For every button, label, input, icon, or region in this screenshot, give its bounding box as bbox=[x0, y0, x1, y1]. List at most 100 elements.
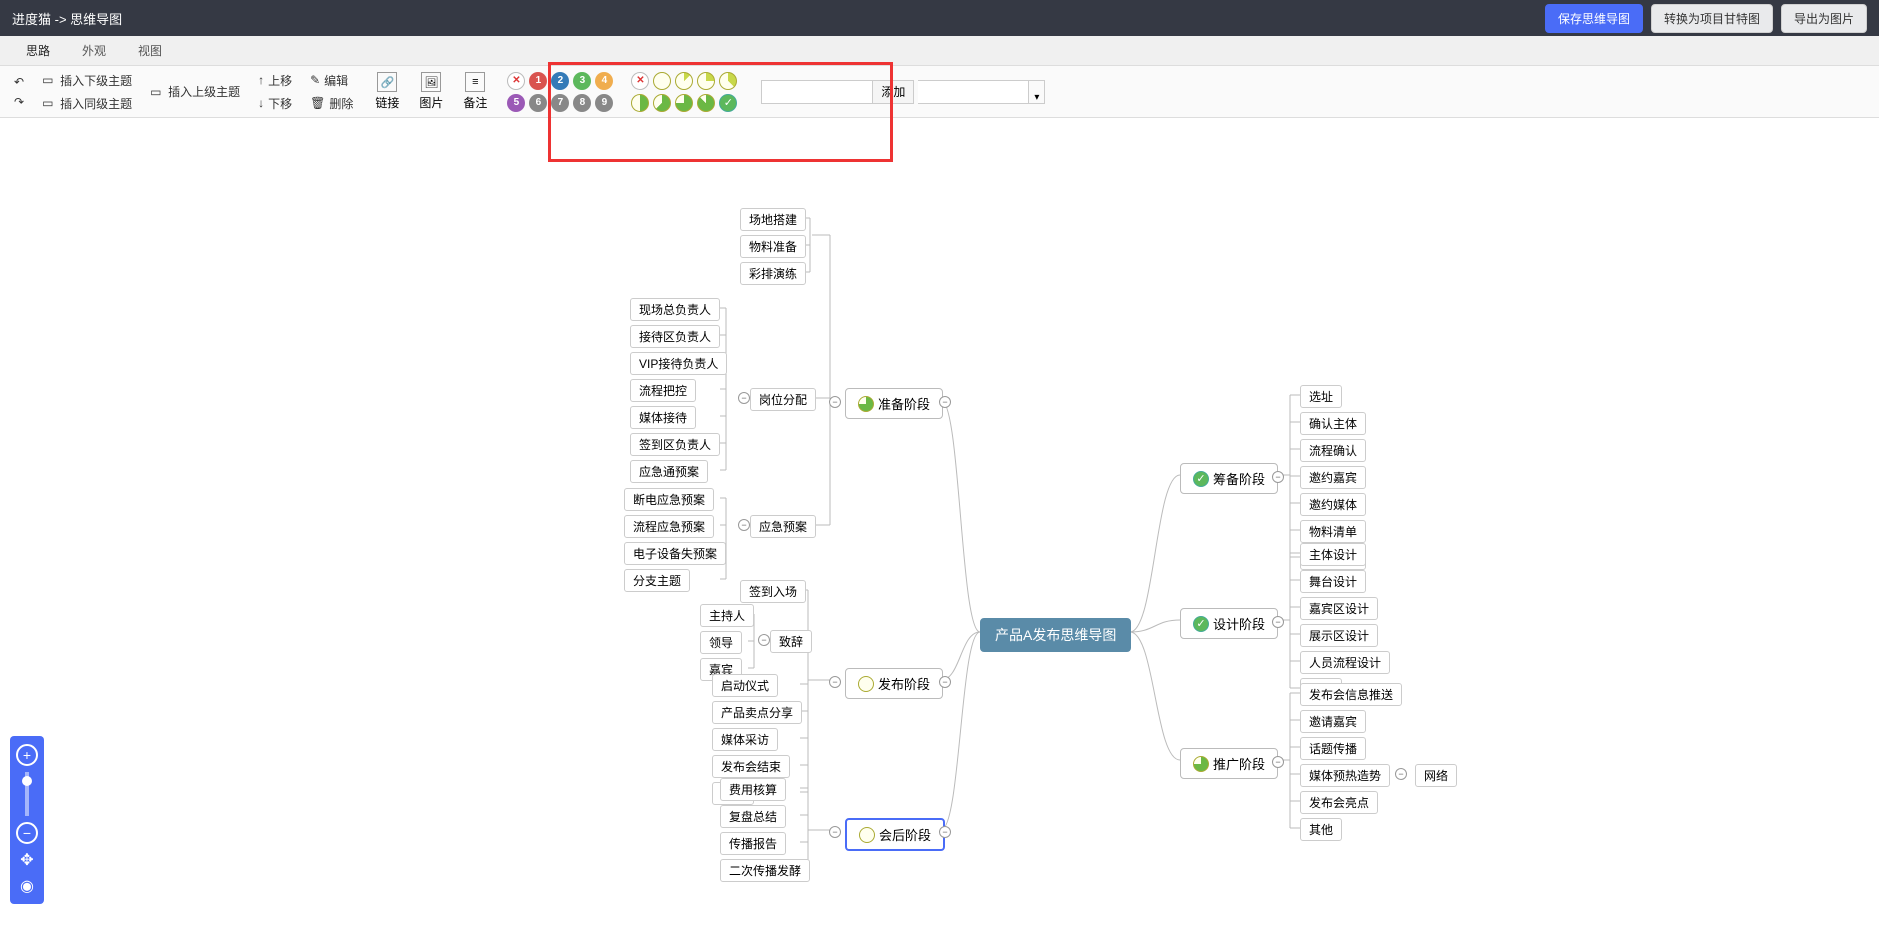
mindmap-leaf[interactable]: 邀请嘉宾 bbox=[1300, 710, 1366, 733]
zoom-out-button[interactable]: − bbox=[16, 822, 38, 844]
mindmap-leaf[interactable]: 邀约嘉宾 bbox=[1300, 466, 1366, 489]
tab-thought[interactable]: 思路 bbox=[10, 36, 66, 65]
mindmap-leaf[interactable]: 现场总负责人 bbox=[630, 298, 720, 321]
mindmap-node[interactable]: ✓设计阶段 bbox=[1180, 608, 1278, 639]
toggle-button[interactable]: − bbox=[1272, 471, 1284, 483]
mindmap-leaf[interactable]: 邀约媒体 bbox=[1300, 493, 1366, 516]
convert-gantt-button[interactable]: 转换为项目甘特图 bbox=[1651, 4, 1773, 33]
redo-button[interactable]: ↷ bbox=[10, 93, 28, 111]
link-button[interactable]: 🔗 链接 bbox=[367, 68, 407, 115]
mindmap-leaf[interactable]: 岗位分配 bbox=[750, 388, 816, 411]
mindmap-leaf[interactable]: 主体设计 bbox=[1300, 543, 1366, 566]
tab-view[interactable]: 视图 bbox=[122, 36, 178, 65]
mindmap-leaf[interactable]: 分支主题 bbox=[624, 569, 690, 592]
mindmap-leaf[interactable]: 场地搭建 bbox=[740, 208, 806, 231]
toggle-button[interactable]: − bbox=[829, 676, 841, 688]
add-resource-button[interactable]: 添加 bbox=[872, 81, 913, 103]
mindmap-leaf[interactable]: 物料准备 bbox=[740, 235, 806, 258]
priority-4[interactable]: 4 bbox=[595, 72, 613, 90]
toggle-button[interactable]: − bbox=[1395, 768, 1407, 780]
mindmap-leaf[interactable]: 展示区设计 bbox=[1300, 624, 1378, 647]
mindmap-node[interactable]: 发布阶段 bbox=[845, 668, 943, 699]
priority-5[interactable]: 5 bbox=[507, 94, 525, 112]
mindmap-leaf[interactable]: 发布会信息推送 bbox=[1300, 683, 1402, 706]
mindmap-leaf[interactable]: 签到区负责人 bbox=[630, 433, 720, 456]
mindmap-leaf[interactable]: 发布会亮点 bbox=[1300, 791, 1378, 814]
mindmap-leaf[interactable]: 流程应急预案 bbox=[624, 515, 714, 538]
add-input-2[interactable] bbox=[918, 81, 1028, 103]
zoom-in-button[interactable]: + bbox=[16, 744, 38, 766]
progress-87[interactable] bbox=[697, 94, 715, 112]
export-image-button[interactable]: 导出为图片 bbox=[1781, 4, 1867, 33]
mindmap-leaf[interactable]: 其他 bbox=[1300, 818, 1342, 841]
toggle-button[interactable]: − bbox=[738, 392, 750, 404]
mindmap-node[interactable]: 产品A发布思维导图 bbox=[980, 618, 1131, 652]
progress-done[interactable]: ✓ bbox=[719, 94, 737, 112]
note-button[interactable]: ≡ 备注 bbox=[455, 68, 495, 115]
progress-62[interactable] bbox=[653, 94, 671, 112]
mindmap-leaf[interactable]: 舞台设计 bbox=[1300, 570, 1366, 593]
mindmap-leaf[interactable]: 断电应急预案 bbox=[624, 488, 714, 511]
zoom-slider[interactable] bbox=[25, 772, 29, 816]
priority-1[interactable]: 1 bbox=[529, 72, 547, 90]
zoom-thumb[interactable] bbox=[22, 776, 32, 786]
mindmap-leaf[interactable]: 产品卖点分享 bbox=[712, 701, 802, 724]
progress-12[interactable] bbox=[675, 72, 693, 90]
progress-75[interactable] bbox=[675, 94, 693, 112]
toggle-button[interactable]: − bbox=[829, 826, 841, 838]
mindmap-leaf[interactable]: 确认主体 bbox=[1300, 412, 1366, 435]
toggle-button[interactable]: − bbox=[829, 396, 841, 408]
toggle-button[interactable]: − bbox=[1272, 756, 1284, 768]
progress-0[interactable] bbox=[653, 72, 671, 90]
mindmap-leaf[interactable]: 主持人 bbox=[700, 604, 754, 627]
priority-9[interactable]: 9 bbox=[595, 94, 613, 112]
progress-clear[interactable]: ✕ bbox=[631, 72, 649, 90]
toggle-button[interactable]: − bbox=[1272, 616, 1284, 628]
delete-button[interactable]: 🗑删除 bbox=[306, 93, 357, 114]
undo-button[interactable]: ↶ bbox=[10, 73, 28, 91]
mindmap-leaf[interactable]: 嘉宾区设计 bbox=[1300, 597, 1378, 620]
mindmap-leaf[interactable]: VIP接待负责人 bbox=[630, 352, 727, 375]
mindmap-leaf[interactable]: 媒体采访 bbox=[712, 728, 778, 751]
dropdown-icon[interactable]: ▾ bbox=[1028, 81, 1044, 103]
mindmap-node[interactable]: 准备阶段 bbox=[845, 388, 943, 419]
pan-icon[interactable]: ✥ bbox=[20, 850, 33, 870]
mindmap-leaf[interactable]: 费用核算 bbox=[720, 778, 786, 801]
mindmap-leaf[interactable]: 电子设备失预案 bbox=[624, 542, 726, 565]
mindmap-leaf[interactable]: 应急预案 bbox=[750, 515, 816, 538]
priority-3[interactable]: 3 bbox=[573, 72, 591, 90]
priority-clear[interactable]: ✕ bbox=[507, 72, 525, 90]
progress-37[interactable] bbox=[719, 72, 737, 90]
priority-6[interactable]: 6 bbox=[529, 94, 547, 112]
image-button[interactable]: 🖼 图片 bbox=[411, 68, 451, 115]
priority-2[interactable]: 2 bbox=[551, 72, 569, 90]
mindmap-node[interactable]: 推广阶段 bbox=[1180, 748, 1278, 779]
insert-parent-button[interactable]: ▭插入上级主题 bbox=[146, 81, 244, 102]
mindmap-leaf[interactable]: 应急通预案 bbox=[630, 460, 708, 483]
insert-child-button[interactable]: ▭插入下级主题 bbox=[38, 70, 136, 91]
move-up-button[interactable]: ↑上移 bbox=[254, 70, 296, 91]
mindmap-leaf[interactable]: 网络 bbox=[1415, 764, 1457, 787]
edit-button[interactable]: ✎编辑 bbox=[306, 70, 352, 91]
mindmap-leaf[interactable]: 彩排演练 bbox=[740, 262, 806, 285]
mindmap-leaf[interactable]: 发布会结束 bbox=[712, 755, 790, 778]
mindmap-node[interactable]: ✓筹备阶段 bbox=[1180, 463, 1278, 494]
priority-7[interactable]: 7 bbox=[551, 94, 569, 112]
progress-25[interactable] bbox=[697, 72, 715, 90]
mindmap-leaf[interactable]: 媒体预热造势 bbox=[1300, 764, 1390, 787]
toggle-button[interactable]: − bbox=[939, 826, 951, 838]
tab-appearance[interactable]: 外观 bbox=[66, 36, 122, 65]
priority-8[interactable]: 8 bbox=[573, 94, 591, 112]
mindmap-leaf[interactable]: 领导 bbox=[700, 631, 742, 654]
mindmap-leaf[interactable]: 话题传播 bbox=[1300, 737, 1366, 760]
save-button[interactable]: 保存思维导图 bbox=[1545, 4, 1643, 33]
move-down-button[interactable]: ↓下移 bbox=[254, 93, 296, 114]
mindmap-leaf[interactable]: 二次传播发酵 bbox=[720, 859, 810, 882]
locate-icon[interactable]: ◉ bbox=[20, 876, 34, 896]
mindmap-canvas[interactable]: 产品A发布思维导图✓筹备阶段−选址确认主体流程确认邀约嘉宾邀约媒体物料清单预估费… bbox=[0, 118, 1879, 924]
mindmap-leaf[interactable]: 人员流程设计 bbox=[1300, 651, 1390, 674]
mindmap-leaf[interactable]: 传播报告 bbox=[720, 832, 786, 855]
toggle-button[interactable]: − bbox=[939, 676, 951, 688]
insert-sibling-button[interactable]: ▭插入同级主题 bbox=[38, 93, 136, 114]
mindmap-leaf[interactable]: 接待区负责人 bbox=[630, 325, 720, 348]
